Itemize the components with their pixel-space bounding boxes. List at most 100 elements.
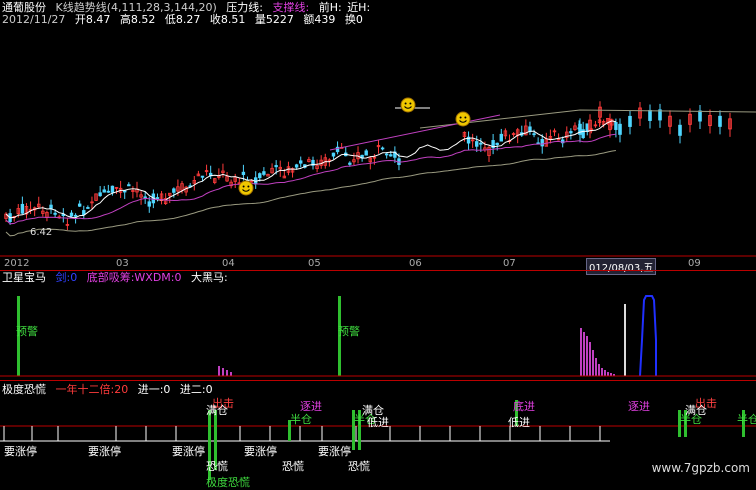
smiley-eye-left bbox=[404, 102, 407, 105]
candle-body-right bbox=[678, 124, 682, 136]
candle-body bbox=[86, 207, 90, 209]
candle-body bbox=[540, 139, 544, 147]
tag-full-position-1: 满仓 bbox=[206, 404, 228, 417]
candle-body bbox=[299, 160, 303, 164]
candle-body bbox=[200, 175, 205, 178]
candle-body bbox=[495, 142, 499, 146]
tag-half-position-3: 半仓 bbox=[680, 413, 702, 426]
smiley-eye-left bbox=[459, 116, 462, 119]
candle-body bbox=[499, 133, 503, 142]
candle-body bbox=[532, 133, 536, 136]
tag-limit-up-2: 要涨停 bbox=[88, 445, 121, 458]
absorb-bar-small bbox=[230, 372, 232, 376]
month-05: 05 bbox=[308, 258, 321, 269]
candle-body bbox=[262, 171, 266, 175]
absorb-bar bbox=[607, 372, 609, 376]
smiley-icon bbox=[455, 111, 471, 127]
candle-body bbox=[241, 171, 246, 175]
month-04: 04 bbox=[222, 258, 235, 269]
candle-body bbox=[110, 185, 115, 193]
low-price-label: 6.42 bbox=[30, 227, 53, 238]
candle-body bbox=[106, 190, 111, 193]
tag-bottom-enter-1: 底进 bbox=[513, 400, 535, 413]
panel2-title: 卫星宝马 bbox=[2, 271, 46, 284]
tag-gradual-enter-2: 逐进 bbox=[628, 400, 650, 413]
smiley-eye-right bbox=[409, 102, 412, 105]
tag-panic-3: 恐慌 bbox=[348, 460, 370, 473]
candle-body bbox=[82, 210, 86, 216]
tag-half-position-4: 半仓 bbox=[737, 413, 756, 426]
candle-body bbox=[384, 153, 389, 156]
candle-body bbox=[581, 129, 585, 139]
alert-label-1: 预警 bbox=[16, 325, 38, 338]
tag-limit-up-1: 要涨停 bbox=[4, 445, 37, 458]
candle-body bbox=[479, 142, 483, 145]
candle-body-right bbox=[648, 109, 652, 121]
ma-mid-extension bbox=[329, 114, 501, 151]
panel3-enter1: 进一:0 bbox=[137, 383, 171, 396]
candle-body bbox=[364, 150, 368, 156]
absorb-bar-small bbox=[226, 370, 228, 376]
tag-low-enter-2: 低进 bbox=[508, 416, 530, 429]
candle-body bbox=[49, 204, 53, 210]
ma-short-line bbox=[5, 120, 617, 219]
tag-low-enter-1: 低进 bbox=[367, 416, 389, 429]
candle-body bbox=[53, 212, 57, 215]
month-03: 03 bbox=[116, 258, 129, 269]
candle-body bbox=[20, 203, 25, 214]
candle-body bbox=[389, 154, 393, 157]
ma-mid-line bbox=[5, 133, 616, 225]
smiley-icon bbox=[238, 180, 254, 196]
smiley-icon bbox=[400, 97, 416, 113]
smiley-eye-right bbox=[247, 185, 250, 188]
panel2-header: 卫星宝马 剑:0 底部吸筹:WXDM:0 大黑马: bbox=[2, 271, 234, 284]
tag-limit-up-4: 要涨停 bbox=[244, 445, 277, 458]
month-09: 09 bbox=[688, 258, 701, 269]
candle-body bbox=[172, 188, 176, 193]
tag-panic-1: 恐慌 bbox=[206, 460, 228, 473]
candle-body bbox=[585, 123, 589, 132]
candle-body bbox=[127, 184, 131, 187]
absorb-bar bbox=[601, 368, 603, 376]
tag-panic-2: 恐慌 bbox=[282, 460, 304, 473]
panel2-dark-horse: 大黑马: bbox=[191, 271, 228, 284]
candle-body bbox=[102, 189, 106, 193]
white-marker-bar bbox=[624, 304, 626, 376]
candle-body bbox=[331, 152, 336, 157]
absorb-bar-small bbox=[218, 366, 220, 376]
month-06: 06 bbox=[409, 258, 422, 269]
absorb-bar bbox=[604, 370, 606, 376]
candle-body-right bbox=[618, 123, 622, 135]
absorb-bar bbox=[583, 332, 585, 376]
panel2-bottom-absorb: 底部吸筹:WXDM:0 bbox=[86, 271, 182, 284]
tag-gradual-enter-1: 逐进 bbox=[300, 400, 322, 413]
dark-horse-shape bbox=[639, 295, 657, 377]
panel3-title: 极度恐慌 bbox=[2, 383, 46, 396]
candle-body bbox=[155, 197, 160, 199]
candle-body bbox=[258, 173, 262, 179]
tag-limit-up-5: 要涨停 bbox=[318, 445, 351, 458]
smiley-eye-right bbox=[464, 116, 467, 119]
absorb-bar bbox=[580, 328, 582, 376]
candle-body-right bbox=[698, 110, 702, 122]
candle-body bbox=[294, 164, 299, 168]
panel3-spacer bbox=[610, 426, 756, 441]
candle-body bbox=[73, 214, 78, 217]
candle-body bbox=[98, 192, 102, 197]
watermark: www.7gpzb.com bbox=[651, 461, 750, 475]
panel2-sword: 剑:0 bbox=[55, 271, 78, 284]
crosshair-date-label: 012/08/03,五 bbox=[586, 258, 657, 275]
candle-body bbox=[147, 201, 151, 207]
month-07: 07 bbox=[503, 258, 516, 269]
tag-limit-up-3: 要涨停 bbox=[172, 445, 205, 458]
absorb-bar bbox=[592, 350, 594, 376]
tag-extreme-panic: 极度恐慌 bbox=[206, 476, 250, 489]
smiley-eye-left bbox=[242, 185, 245, 188]
candle-body bbox=[475, 141, 479, 147]
month-2012: 2012 bbox=[4, 258, 30, 269]
candle-body-right bbox=[658, 109, 662, 121]
panel3-header: 极度恐慌 一年十二倍:20 进一:0 进二:0 bbox=[2, 383, 219, 396]
alert-label-2: 预警 bbox=[338, 325, 360, 338]
absorb-bar bbox=[598, 364, 600, 376]
candle-body-right bbox=[628, 115, 632, 127]
